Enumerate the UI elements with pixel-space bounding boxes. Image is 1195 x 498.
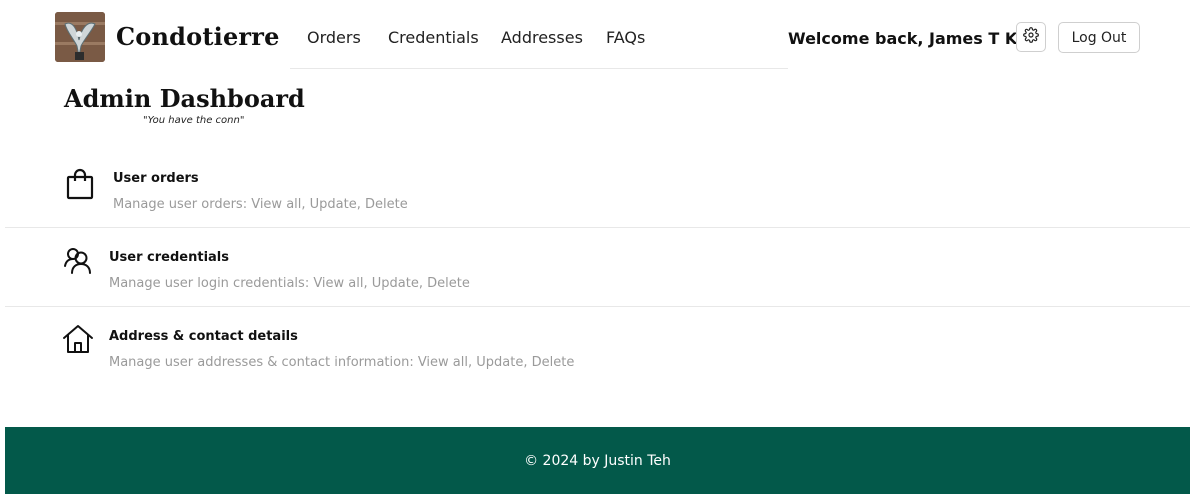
item-title[interactable]: User orders (113, 171, 199, 186)
item-description: Manage user addresses & contact informat… (109, 355, 575, 370)
nav-credentials[interactable]: Credentials (388, 28, 479, 47)
logout-button[interactable]: Log Out (1058, 22, 1140, 53)
item-title[interactable]: Address & contact details (109, 329, 298, 344)
site-header: Condotierre Orders Credentials Addresses… (0, 0, 1195, 72)
main-nav: Orders Credentials Addresses FAQs (290, 0, 788, 69)
welcome-message: Welcome back, James T Kirk (788, 29, 1042, 48)
item-description: Manage user login credentials: View all,… (109, 276, 470, 291)
users-icon (63, 246, 93, 278)
nav-faqs[interactable]: FAQs (606, 28, 645, 47)
page-subtitle: "You have the conn" (143, 115, 245, 126)
site-footer: © 2024 by Justin Teh (5, 427, 1190, 494)
house-icon (62, 324, 94, 358)
nav-orders[interactable]: Orders (307, 28, 361, 47)
item-title[interactable]: User credentials (109, 250, 229, 265)
logo-image[interactable] (55, 12, 105, 62)
divider (5, 306, 1190, 307)
gear-icon (1023, 27, 1039, 47)
copyright-text: © 2024 by Justin Teh (524, 452, 671, 469)
nav-addresses[interactable]: Addresses (501, 28, 583, 47)
brand-name[interactable]: Condotierre (116, 22, 280, 51)
shopping-bag-icon (66, 168, 94, 204)
page-title: Admin Dashboard (64, 84, 305, 113)
settings-button[interactable] (1016, 22, 1046, 52)
divider (5, 227, 1190, 228)
item-description: Manage user orders: View all, Update, De… (113, 197, 408, 212)
